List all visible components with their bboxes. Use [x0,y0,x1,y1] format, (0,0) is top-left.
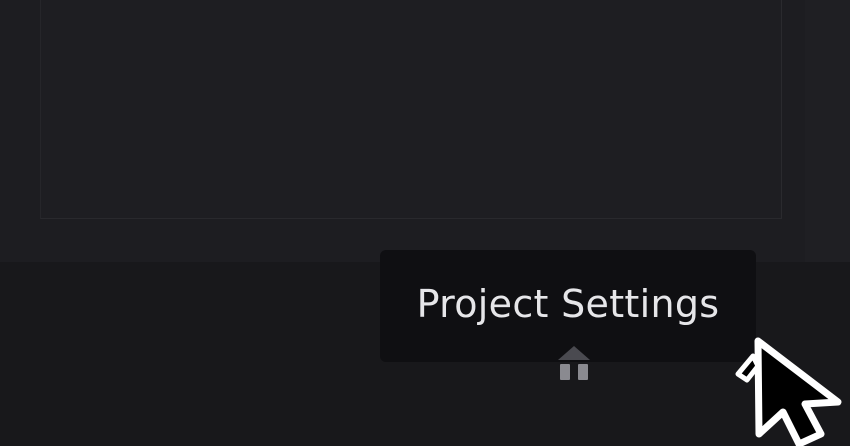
mouse-pointer-graphic [735,337,842,446]
app-window: Project Settings [0,0,850,446]
house-gear-icon-graphic [558,346,590,380]
right-panel-edge [805,0,850,262]
mouse-pointer-icon [735,336,850,446]
workspace-area [0,0,850,262]
viewer-panel [40,0,782,219]
tooltip-label: Project Settings [416,282,720,326]
house-gear-icon[interactable] [552,340,596,384]
